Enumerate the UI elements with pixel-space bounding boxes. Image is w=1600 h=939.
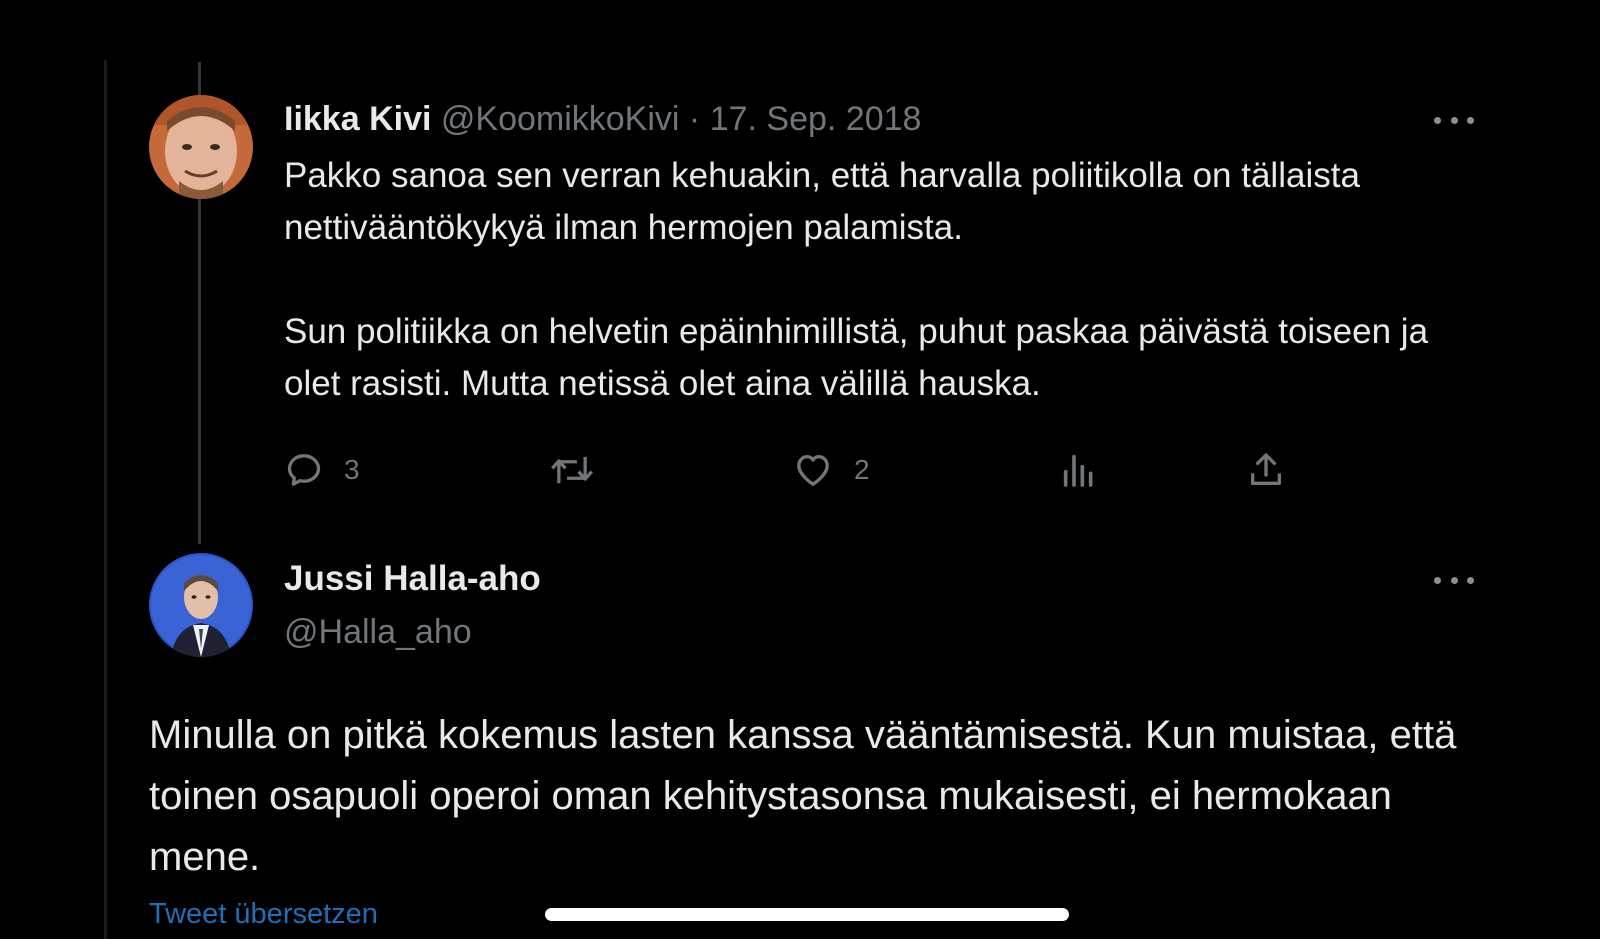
left-edge-rule xyxy=(104,60,107,939)
repost-button[interactable] xyxy=(549,445,595,495)
author-name[interactable]: Iikka Kivi xyxy=(284,100,431,138)
more-icon[interactable] xyxy=(1434,110,1474,130)
reply-button[interactable]: 3 xyxy=(284,445,360,495)
like-icon xyxy=(797,455,829,486)
tweet-paragraph: Sun politiikka on helvetin epäinhimillis… xyxy=(284,312,1429,403)
tweet-date[interactable]: 17. Sep. 2018 xyxy=(710,100,922,138)
share-button[interactable] xyxy=(1246,445,1286,495)
translate-tweet-link[interactable]: Tweet übersetzen xyxy=(149,896,378,932)
tweet-paragraph: Pakko sanoa sen verran kehuakin, että ha… xyxy=(284,156,1360,247)
like-count: 2 xyxy=(854,454,870,485)
author-name[interactable]: Jussi Halla-aho xyxy=(284,558,541,600)
header-separator: · xyxy=(688,100,701,138)
home-indicator-bar[interactable] xyxy=(545,908,1069,921)
avatar[interactable] xyxy=(149,553,253,657)
more-icon[interactable] xyxy=(1434,570,1474,590)
views-button[interactable] xyxy=(1059,445,1099,495)
tweet-header: Iikka Kivi @KoomikkoKivi · 17. Sep. 2018 xyxy=(284,98,921,140)
repost-icon xyxy=(551,456,593,484)
tweet-text: Minulla on pitkä kokemus lasten kanssa v… xyxy=(149,713,1457,879)
views-icon xyxy=(1063,454,1093,487)
author-handle[interactable]: @Halla_aho xyxy=(284,611,472,653)
like-button[interactable]: 2 xyxy=(792,445,870,495)
reply-icon xyxy=(287,454,321,486)
share-icon xyxy=(1251,453,1281,485)
tweet-text: Pakko sanoa sen verran kehuakin, että ha… xyxy=(284,150,1464,410)
author-handle[interactable]: @KoomikkoKivi xyxy=(441,100,680,138)
avatar[interactable] xyxy=(149,95,253,199)
reply-count: 3 xyxy=(344,454,360,485)
